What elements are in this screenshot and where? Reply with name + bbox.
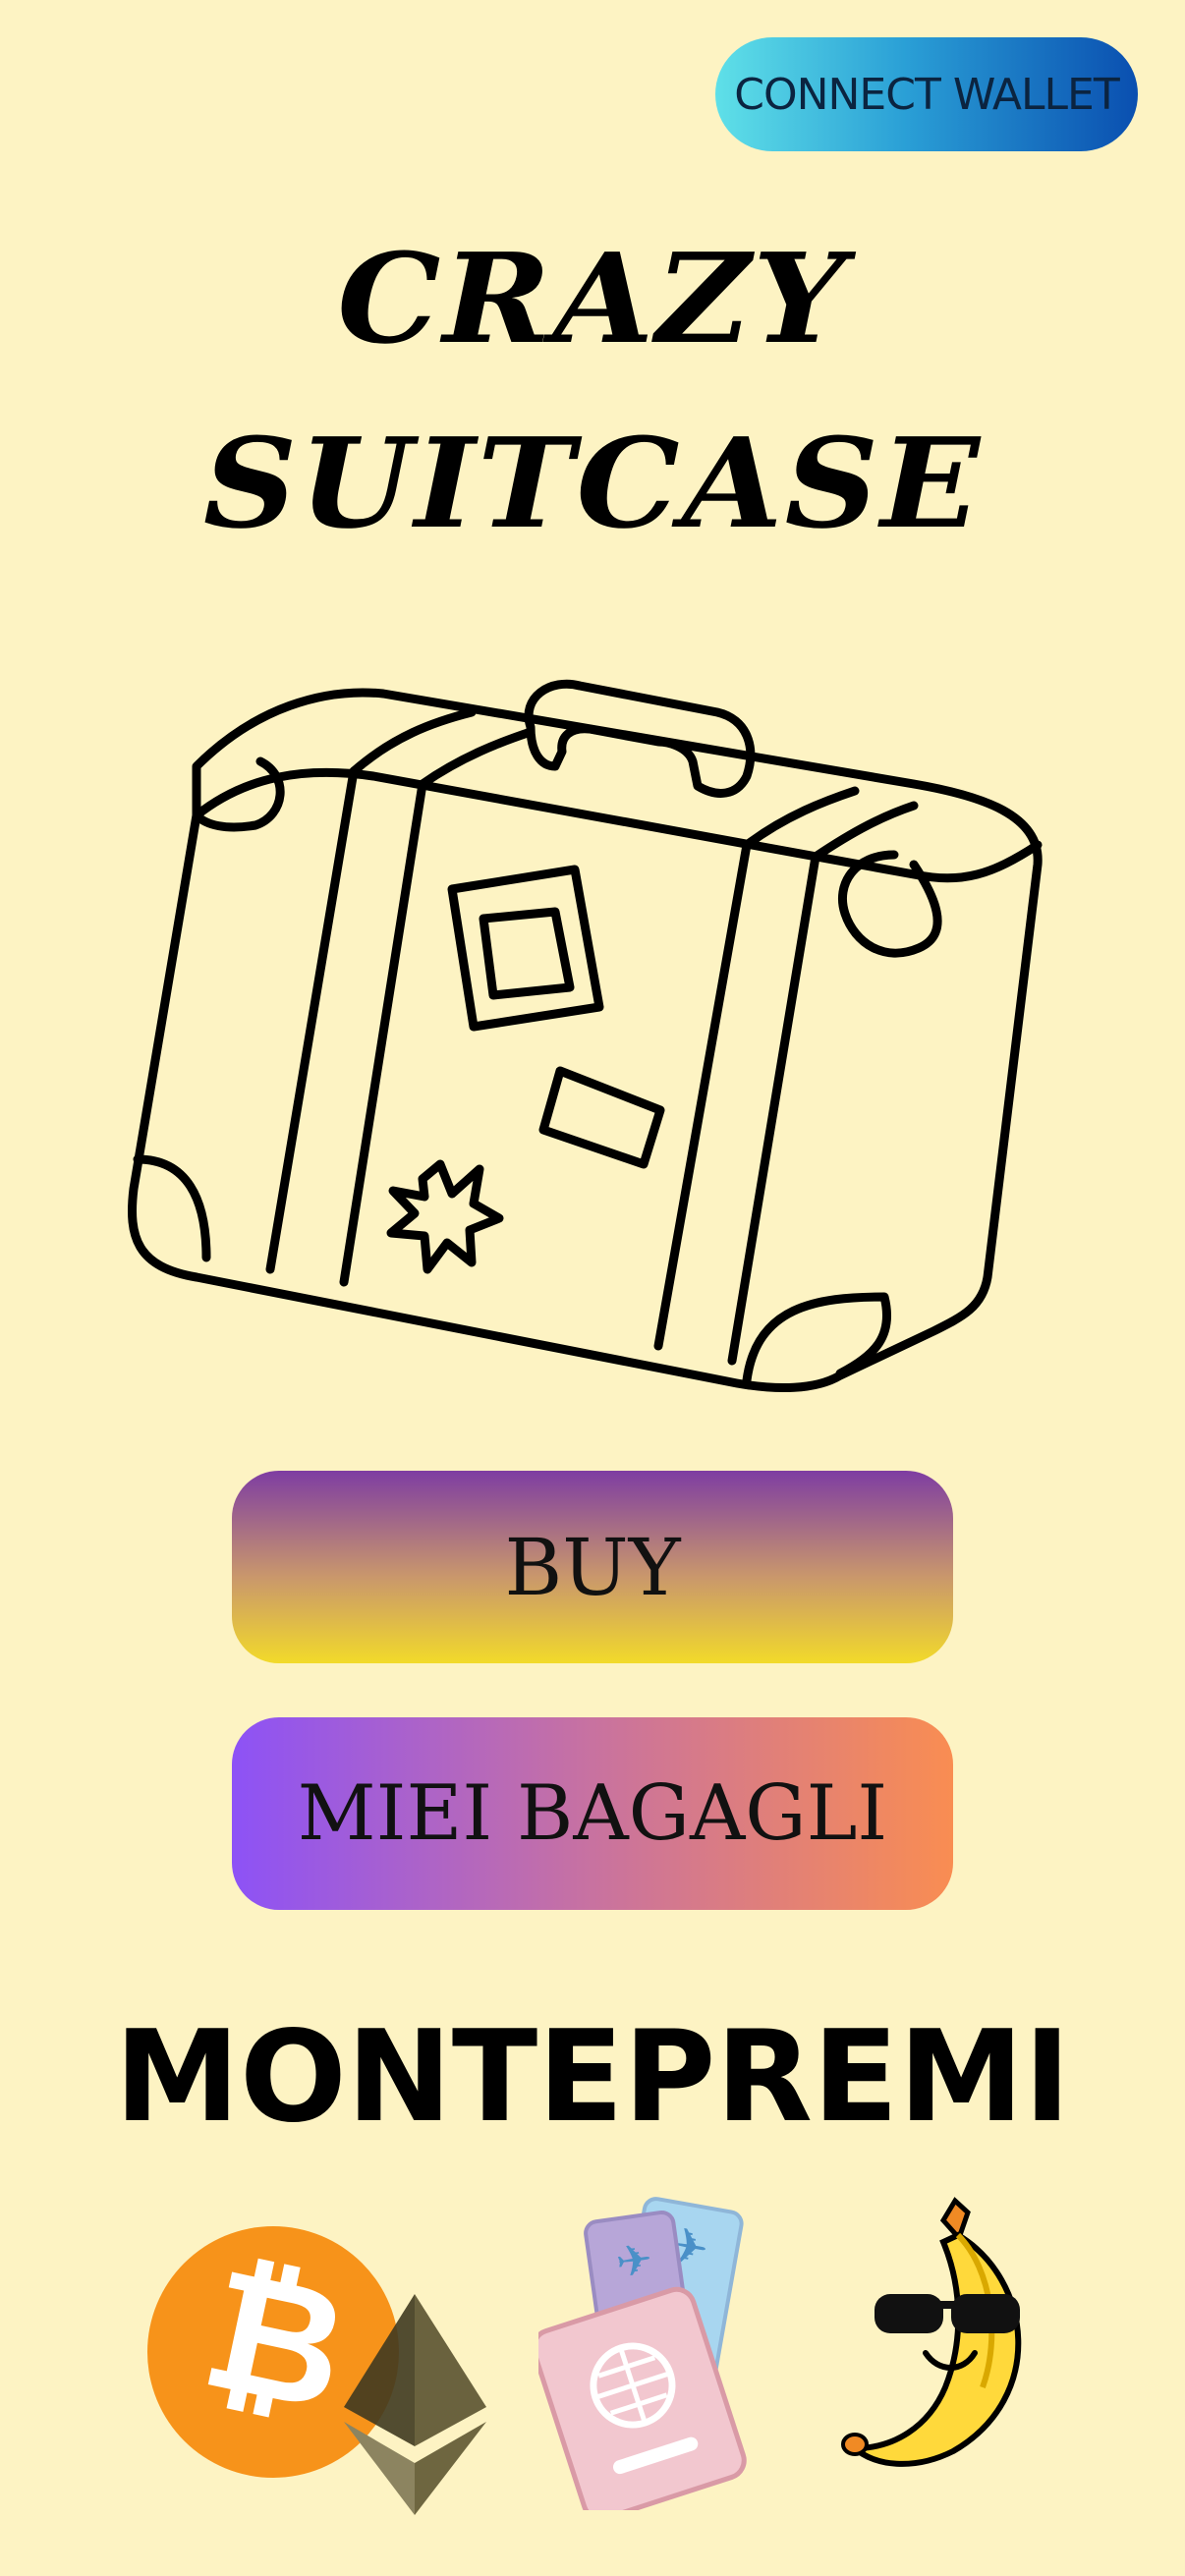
miei-bagagli-button[interactable]: MIEI BAGAGLI [232, 1717, 953, 1910]
passport-tickets-icon: ✈ ✈ [538, 2197, 747, 2510]
prize-icons-row: ₿ ✈ ✈ [0, 2197, 1185, 2535]
title-line-1: CRAZY [337, 226, 848, 371]
suitcase-illustration [127, 679, 1043, 1392]
title-line-2: SUITCASE [202, 411, 983, 556]
cool-banana-icon [841, 2197, 1022, 2467]
buy-button[interactable]: BUY [232, 1471, 953, 1663]
svg-text:✈: ✈ [613, 2234, 656, 2289]
app-title: CRAZY SUITCASE [0, 206, 1185, 576]
prize-pool-title: MONTEPREMI [114, 2004, 1071, 2151]
connect-wallet-button[interactable]: CONNECT WALLET [715, 37, 1138, 151]
ethereum-icon [344, 2294, 486, 2515]
